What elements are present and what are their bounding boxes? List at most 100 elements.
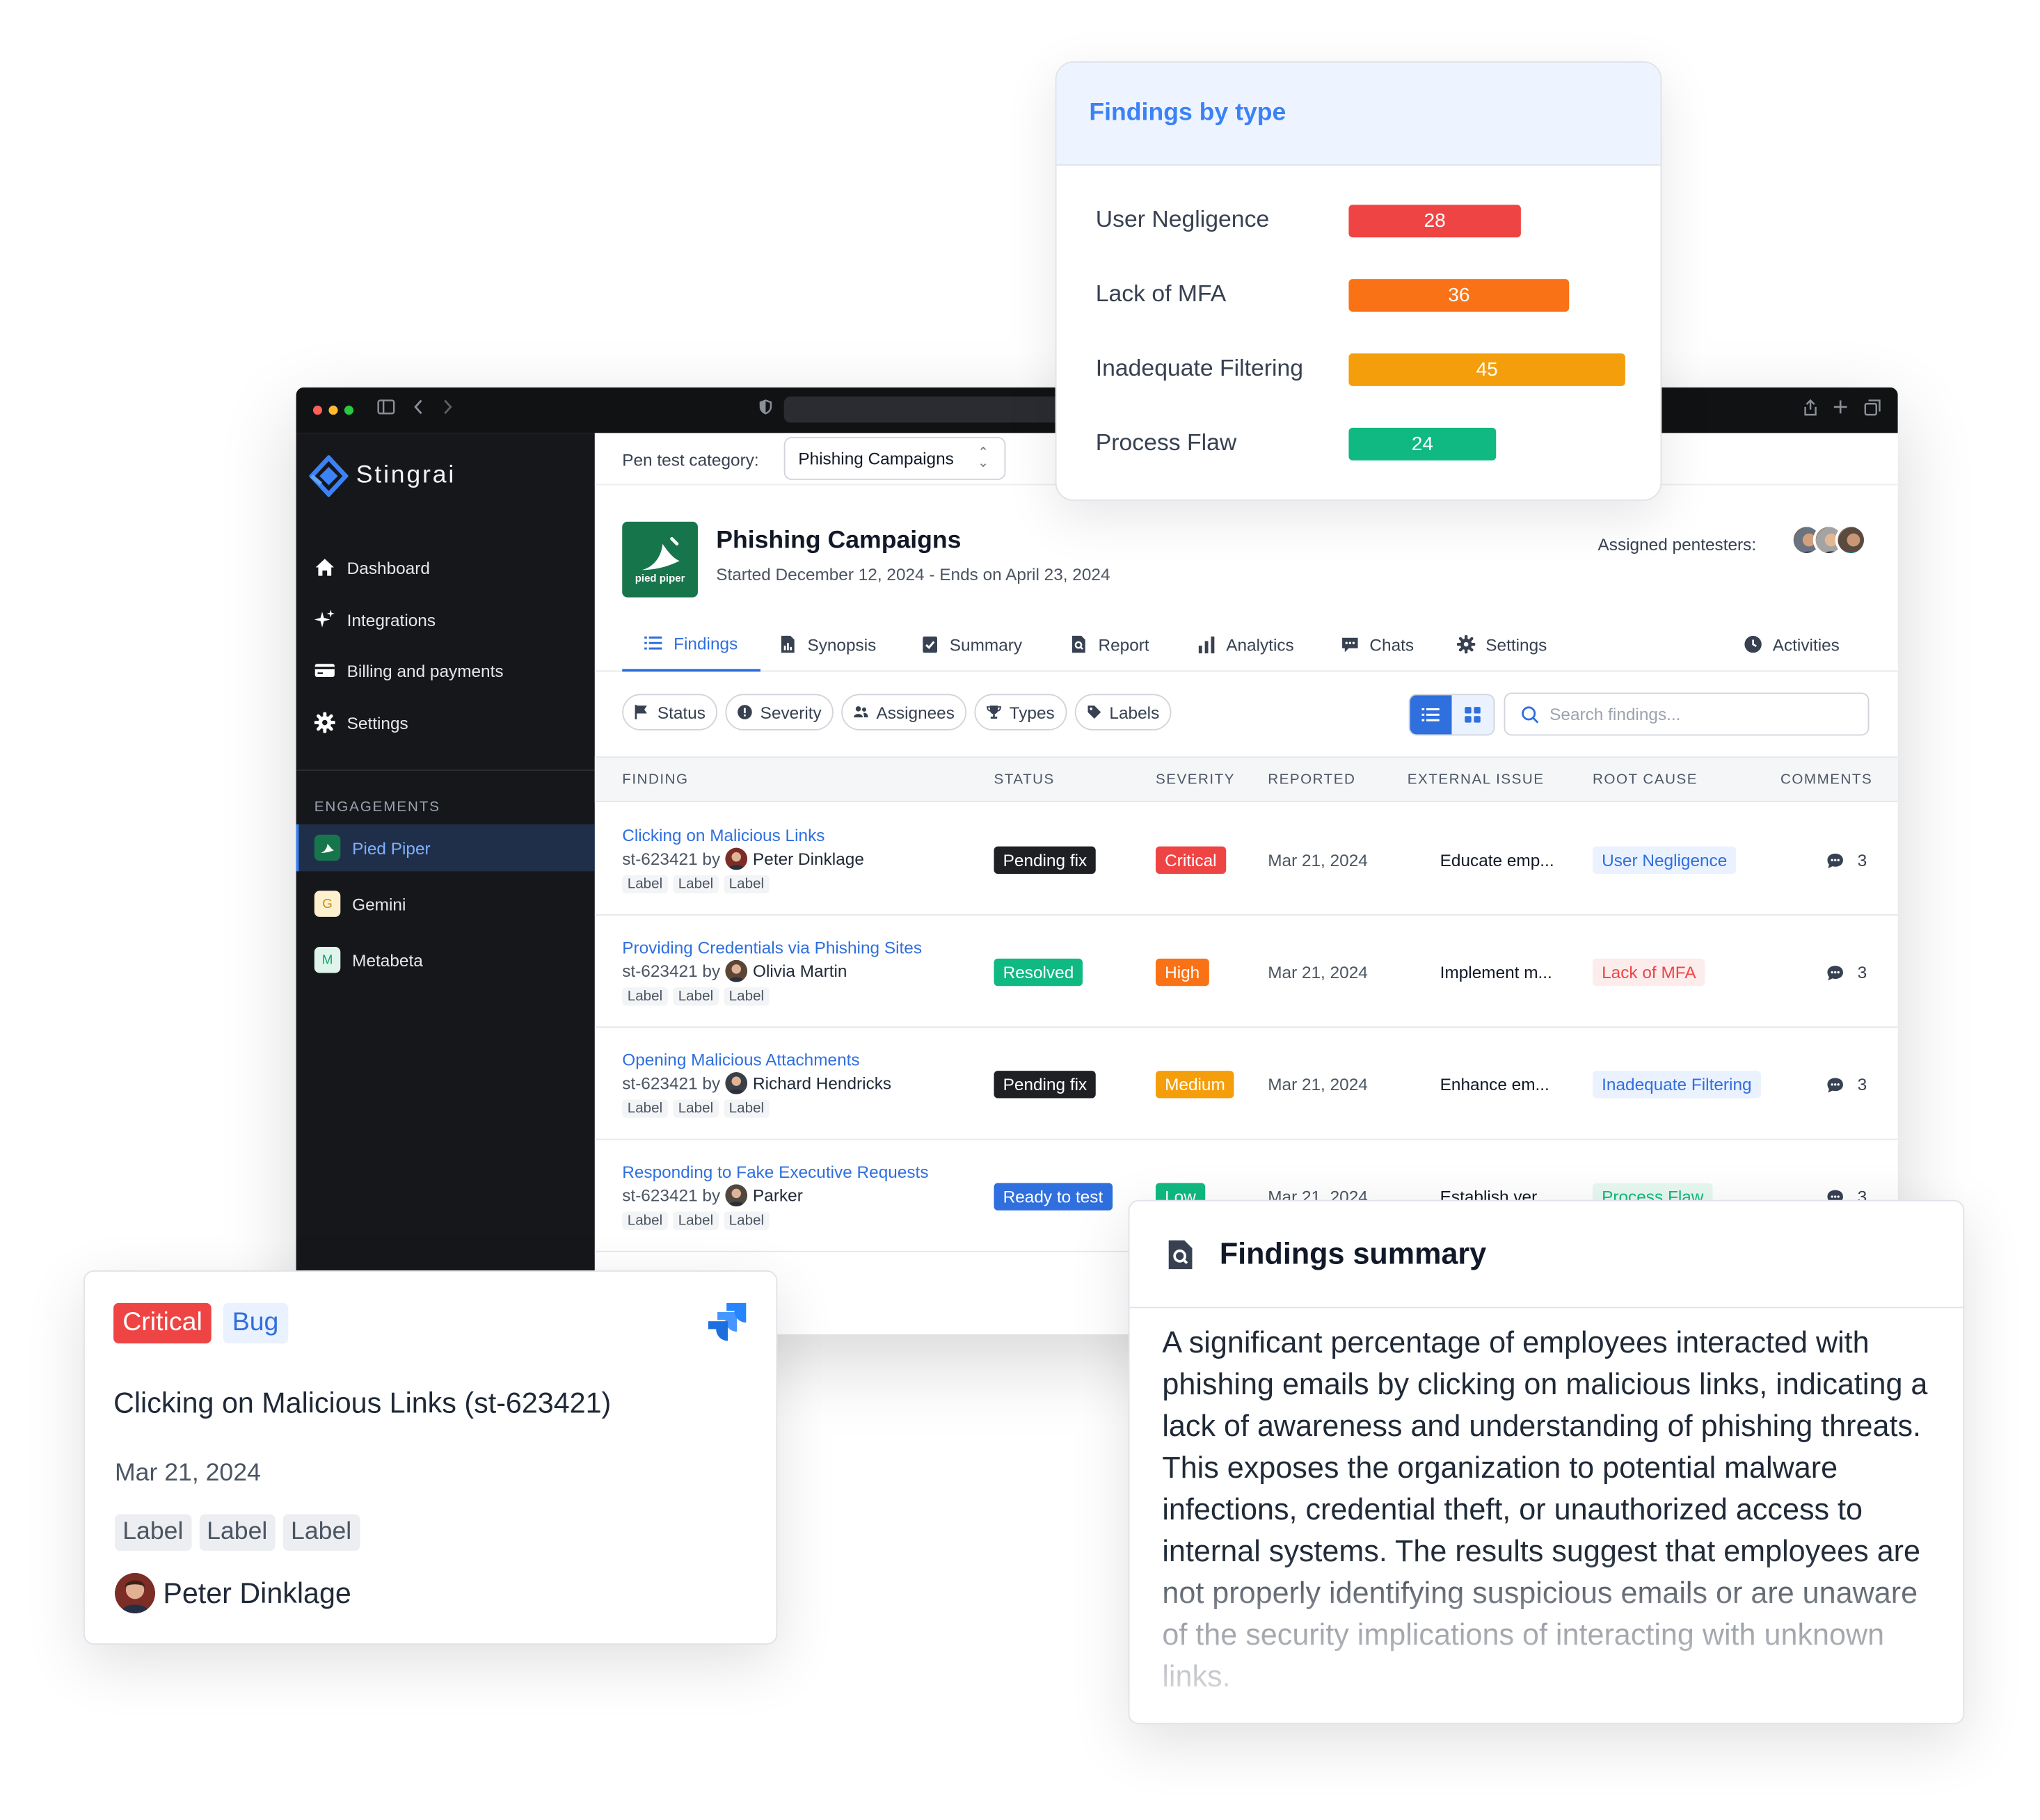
table-row[interactable]: Providing Credentials via Phishing Sites… [594,916,1898,1028]
filter-severity[interactable]: Severity [725,694,834,731]
jira-icon[interactable] [703,1300,749,1354]
avatar [725,959,748,982]
comments-count[interactable]: 3 [1826,850,1867,870]
column-header-status[interactable]: STATUS [994,772,1055,788]
finding-id: st-623421 by [622,1073,721,1093]
reported-date: Mar 21, 2024 [1268,962,1368,982]
column-header-external-issue[interactable]: EXTERNAL ISSUE [1408,772,1545,788]
engagement-pied-piper[interactable]: Pied Piper [296,824,595,872]
maximize-window-button[interactable] [344,406,354,415]
forward-icon[interactable] [443,399,453,422]
filter-label: Types [1009,702,1055,722]
filter-status[interactable]: Status [622,694,717,731]
grid-view-button[interactable] [1451,695,1494,735]
tab-settings[interactable]: Settings [1457,617,1547,672]
column-header-comments[interactable]: COMMENTS [1780,772,1872,788]
sidebar-item-integrations[interactable]: Integrations [314,609,436,630]
avatar[interactable] [1835,524,1867,556]
finding-labels: Label Label Label [622,1099,770,1118]
category-select[interactable]: Phishing Campaigns ⌃ ⌄ [783,437,1006,480]
chart-bar[interactable]: 36 [1348,279,1570,312]
label-tag: Label [673,875,719,894]
tab-summary[interactable]: Summary [921,617,1022,672]
finding-title-link[interactable]: Clicking on Malicious Links [622,826,824,845]
label-tag: Label [114,1514,191,1551]
engagement-gemini[interactable]: G Gemini [296,880,595,927]
comments-count[interactable]: 3 [1826,963,1867,982]
type-badge: Bug [223,1302,288,1343]
tab-activities[interactable]: Activities [1744,617,1840,672]
document-search-icon [1072,635,1085,653]
label-tag: Label [622,875,668,894]
table-row[interactable]: Clicking on Malicious Links st-623421 by P… [594,804,1898,916]
filter-labels[interactable]: Labels [1074,694,1172,731]
tab-chats[interactable]: Chats [1341,617,1414,672]
chart-bar[interactable]: 28 [1348,205,1521,238]
sidebar-item-label: Settings [346,712,408,733]
comments-value: 3 [1857,962,1867,982]
issue-card[interactable]: Critical Bug Clicking on Malicious Links… [83,1270,778,1645]
column-header-severity[interactable]: SEVERITY [1156,772,1235,788]
grid-icon [1465,707,1481,723]
list-icon [644,636,663,650]
chart-bar[interactable]: 24 [1348,427,1497,461]
label-tag: Label [673,1099,719,1118]
status-badge[interactable]: Pending fix [994,1071,1097,1099]
comment-icon [1827,965,1843,980]
finding-id: st-623421 by [622,849,721,869]
new-tab-icon[interactable] [1833,399,1848,422]
column-header-finding[interactable]: FINDING [622,772,688,788]
sidebar-item-dashboard[interactable]: Dashboard [314,557,430,577]
sidebar-item-billing[interactable]: Billing and payments [314,660,504,681]
tab-label: Settings [1485,634,1547,655]
finding-title-link[interactable]: Providing Credentials via Phishing Sites [622,938,922,957]
label-tag: Label [282,1514,360,1551]
engagement-metabeta[interactable]: M Metabeta [296,936,595,983]
chart-category-label: Process Flaw [1095,429,1237,456]
status-badge[interactable]: Resolved [994,958,1083,987]
filter-assignees[interactable]: Assignees [840,694,966,731]
sidebar: Stingrai Dashboard Integrations Billing … [296,433,595,1334]
sidebar-toggle-icon[interactable] [377,399,395,422]
share-icon[interactable] [1803,399,1818,423]
label-tag: Label [724,1099,770,1118]
app-name: Stingrai [356,461,456,490]
severity-badge[interactable]: Medium [1155,1071,1234,1099]
engagement-label: Metabeta [352,950,423,970]
status-badge[interactable]: Pending fix [994,846,1097,875]
card-header: Findings by type [1056,62,1661,166]
severity-badge[interactable]: Critical [1155,846,1226,875]
finding-title-link[interactable]: Opening Malicious Attachments [622,1050,859,1069]
finding-title-link[interactable]: Responding to Fake Executive Requests [622,1162,928,1181]
sidebar-item-settings[interactable]: Settings [314,712,408,733]
external-issue-link[interactable]: Educate emp... [1440,850,1554,870]
external-issue-link[interactable]: Implement m... [1440,963,1552,982]
chart-category-label: User Negligence [1095,206,1270,232]
filter-types[interactable]: Types [974,694,1067,731]
page-title: Phishing Campaigns [716,527,962,554]
tab-synopsis[interactable]: Synopsis [779,617,876,672]
tab-report[interactable]: Report [1069,617,1149,672]
flag-icon [635,705,647,719]
column-header-root-cause[interactable]: ROOT CAUSE [1593,772,1698,788]
tab-overview-icon[interactable] [1864,399,1881,423]
pentester-avatars[interactable] [1790,524,1867,556]
tab-findings[interactable]: Findings [622,617,760,672]
status-badge[interactable]: Ready to test [994,1183,1113,1211]
chart-bar[interactable]: 45 [1348,353,1625,386]
minimize-window-button[interactable] [328,406,338,415]
external-issue-link[interactable]: Enhance em... [1440,1075,1549,1094]
app-logo[interactable]: Stingrai [309,455,456,497]
comments-count[interactable]: 3 [1826,1075,1867,1094]
list-view-button[interactable] [1410,695,1452,735]
tab-analytics[interactable]: Analytics [1197,617,1294,672]
bar-chart-icon [1198,636,1215,654]
root-cause-badge: Inadequate Filtering [1593,1071,1761,1099]
column-header-reported[interactable]: REPORTED [1268,772,1355,788]
search-input[interactable]: Search findings... [1504,692,1870,736]
table-row[interactable]: Opening Malicious Attachments st-623421 b… [594,1028,1898,1140]
back-icon[interactable] [413,399,424,422]
severity-badge[interactable]: High [1155,958,1209,987]
close-window-button[interactable] [312,406,323,415]
finding-meta: st-623421 by Parker [622,1184,803,1207]
